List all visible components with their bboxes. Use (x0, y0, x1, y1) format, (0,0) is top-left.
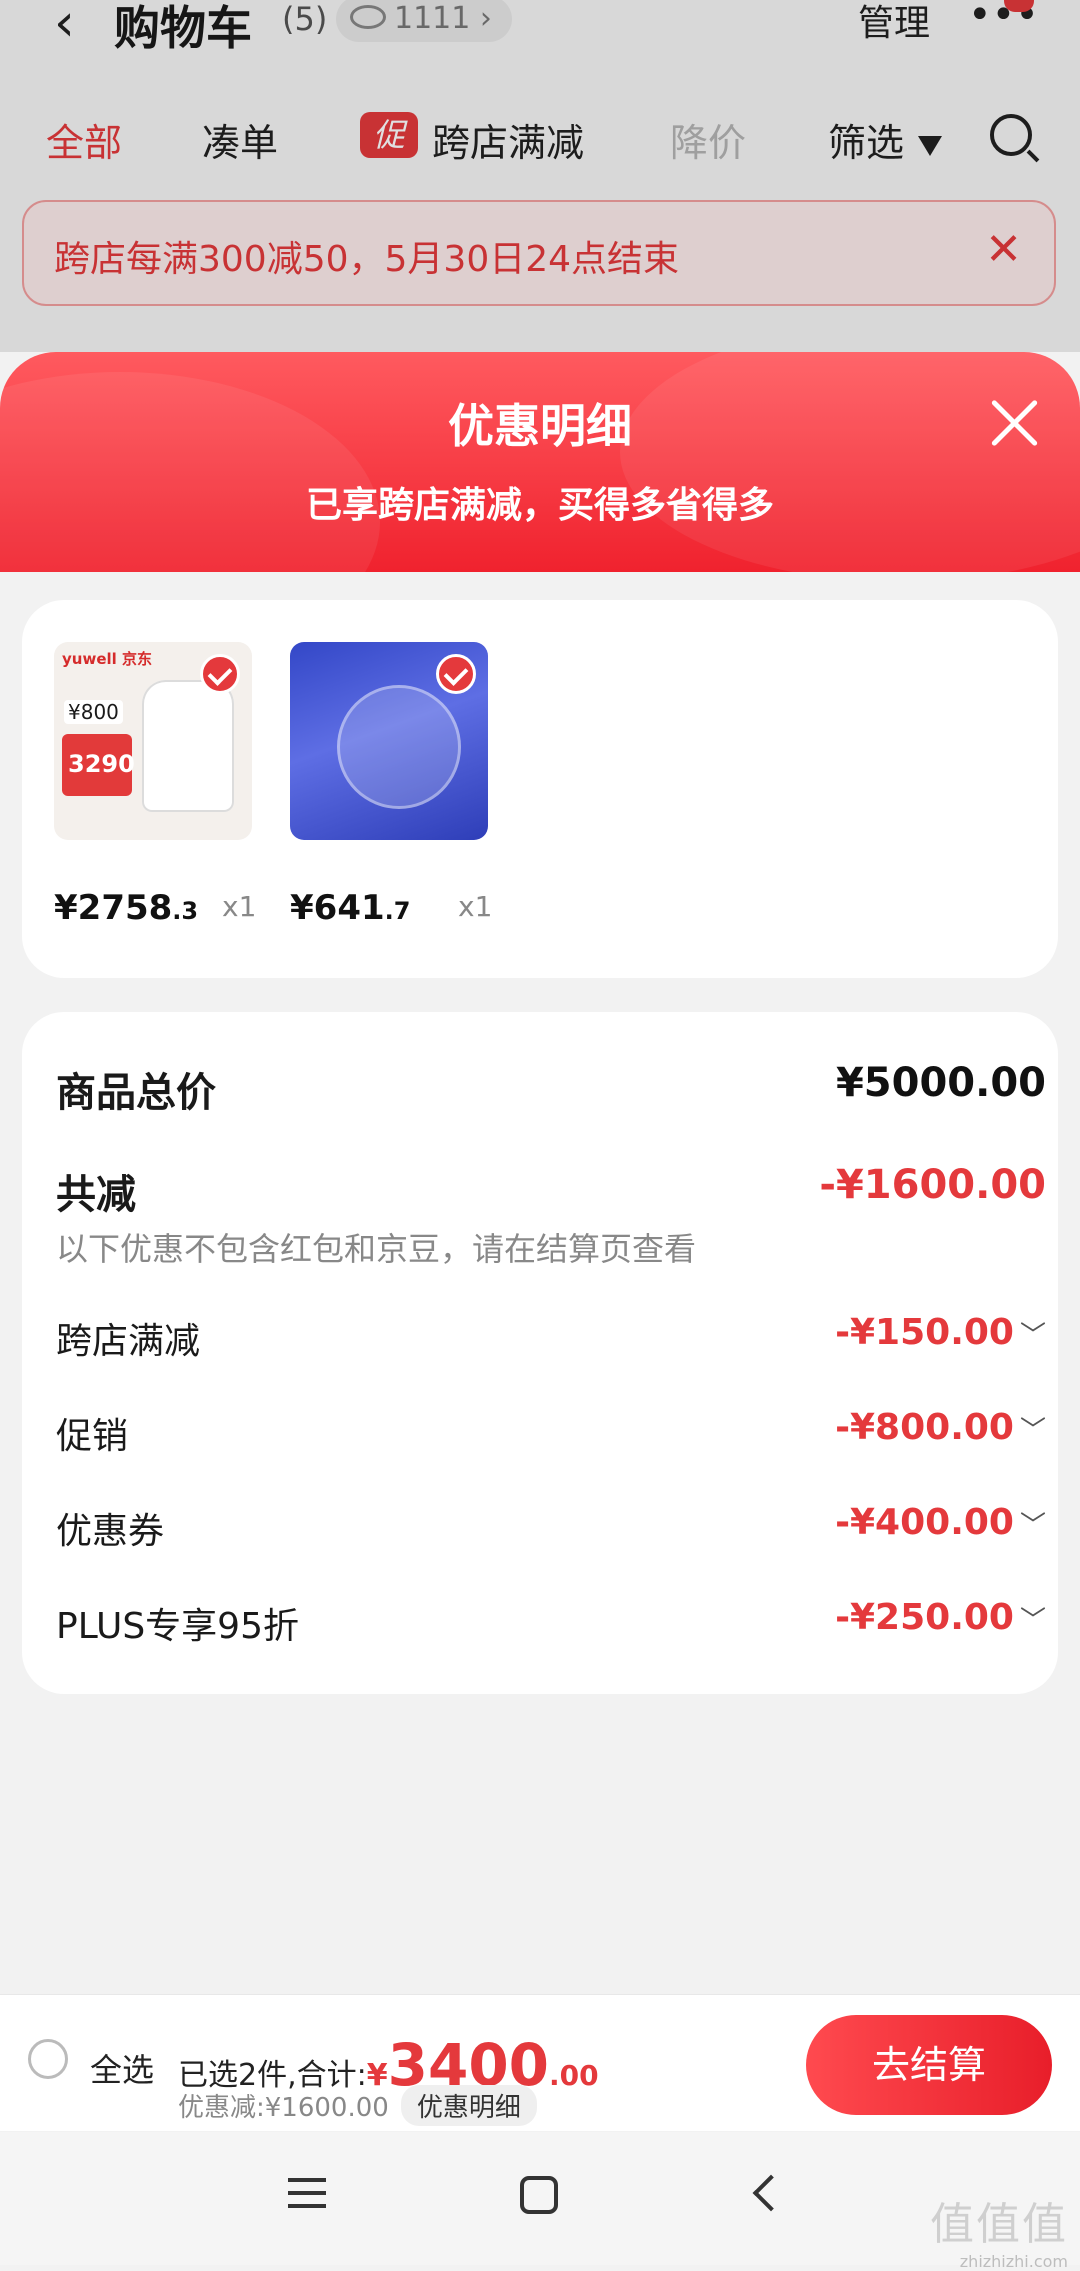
product-card: yuwell 京东 ¥800 3290 ¥2758.3 x1 ¥641.7 x1 (22, 600, 1058, 978)
product-item[interactable]: yuwell 京东 ¥800 3290 ¥2758.3 x1 (54, 642, 256, 928)
discount-label: 跨店满减 (56, 1321, 201, 1362)
checkout-bar: 全选 已选2件,合计:¥3400.00 优惠减:¥1600.00 优惠明细 去结算 (0, 1994, 1080, 2131)
select-all-label[interactable]: 全选 (90, 2045, 154, 2091)
close-icon[interactable] (986, 394, 1042, 450)
product-image (142, 680, 234, 812)
product-quantity: x1 (222, 890, 257, 923)
discount-detail-button[interactable]: 优惠明细 (400, 2085, 537, 2126)
product-item[interactable]: ¥641.7 x1 (290, 642, 492, 928)
sheet-subtitle: 已享跨店满减，买得多省得多 (305, 485, 774, 526)
menu-icon[interactable] (288, 2178, 326, 2208)
total-amount-decimal: .00 (549, 2059, 599, 2092)
chevron-down-icon: ﹀ (1019, 1511, 1046, 1541)
sheet-header: 优惠明细 已享跨店满减，买得多省得多 (0, 352, 1080, 572)
checkmark-icon (436, 654, 476, 694)
product-thumbnail: yuwell 京东 ¥800 3290 (54, 642, 252, 840)
product-thumbnail (290, 642, 488, 840)
checkmark-icon (200, 654, 240, 694)
discount-label: 促销 (56, 1416, 129, 1457)
discount-summary-text: 优惠减:¥1600.00 (178, 2093, 389, 2123)
back-icon[interactable] (752, 2174, 790, 2212)
discount-value: -¥250.00 ﹀ (835, 1597, 1046, 1638)
chevron-down-icon: ﹀ (1019, 1416, 1046, 1446)
discount-label: PLUS专享95折 (56, 1606, 299, 1647)
product-quantity: x1 (458, 890, 493, 923)
discount-label: 优惠券 (56, 1511, 165, 1552)
total-reduction-label: 共减 (56, 1172, 136, 1218)
discount-value: -¥400.00 ﹀ (835, 1502, 1046, 1543)
discount-value: -¥150.00 ﹀ (835, 1312, 1046, 1353)
brand-logo: yuwell 京东 (62, 650, 153, 668)
total-reduction-value: -¥1600.00 (819, 1162, 1046, 1208)
total-price-label: 商品总价 (56, 1070, 216, 1116)
discount-summary: 优惠减:¥1600.00 优惠明细 (178, 2085, 537, 2126)
watermark-url: zhizhizhi.com (959, 2252, 1068, 2271)
system-nav-bar: 值值值 zhizhizhi.com (0, 2132, 1080, 2271)
watermark: 值值值 zhizhizhi.com (930, 2188, 1068, 2271)
discount-value: -¥800.00 ﹀ (835, 1407, 1046, 1448)
product-price: ¥641.7 (290, 888, 411, 928)
thumb-price-tag: ¥800 (64, 700, 123, 724)
product-price: ¥2758.3 (54, 888, 199, 928)
dim-overlay[interactable] (0, 0, 1080, 352)
checkout-button[interactable]: 去结算 (806, 2015, 1052, 2115)
sheet-title: 优惠明细 (448, 399, 632, 453)
home-icon[interactable] (520, 2176, 558, 2214)
total-price-value: ¥5000.00 (835, 1060, 1046, 1106)
watermark-logo: 值值值 (930, 2199, 1068, 2250)
select-all-radio[interactable] (28, 2039, 68, 2079)
thumb-deal-panel: 3290 (62, 734, 135, 796)
price-summary-card: 商品总价 ¥5000.00 共减 -¥1600.00 以下优惠不包含红包和京豆，… (22, 1012, 1058, 1694)
discount-note: 以下优惠不包含红包和京豆，请在结算页查看 (56, 1230, 697, 1268)
chevron-down-icon: ﹀ (1019, 1606, 1046, 1636)
chevron-down-icon: ﹀ (1019, 1321, 1046, 1351)
product-image (340, 688, 458, 806)
